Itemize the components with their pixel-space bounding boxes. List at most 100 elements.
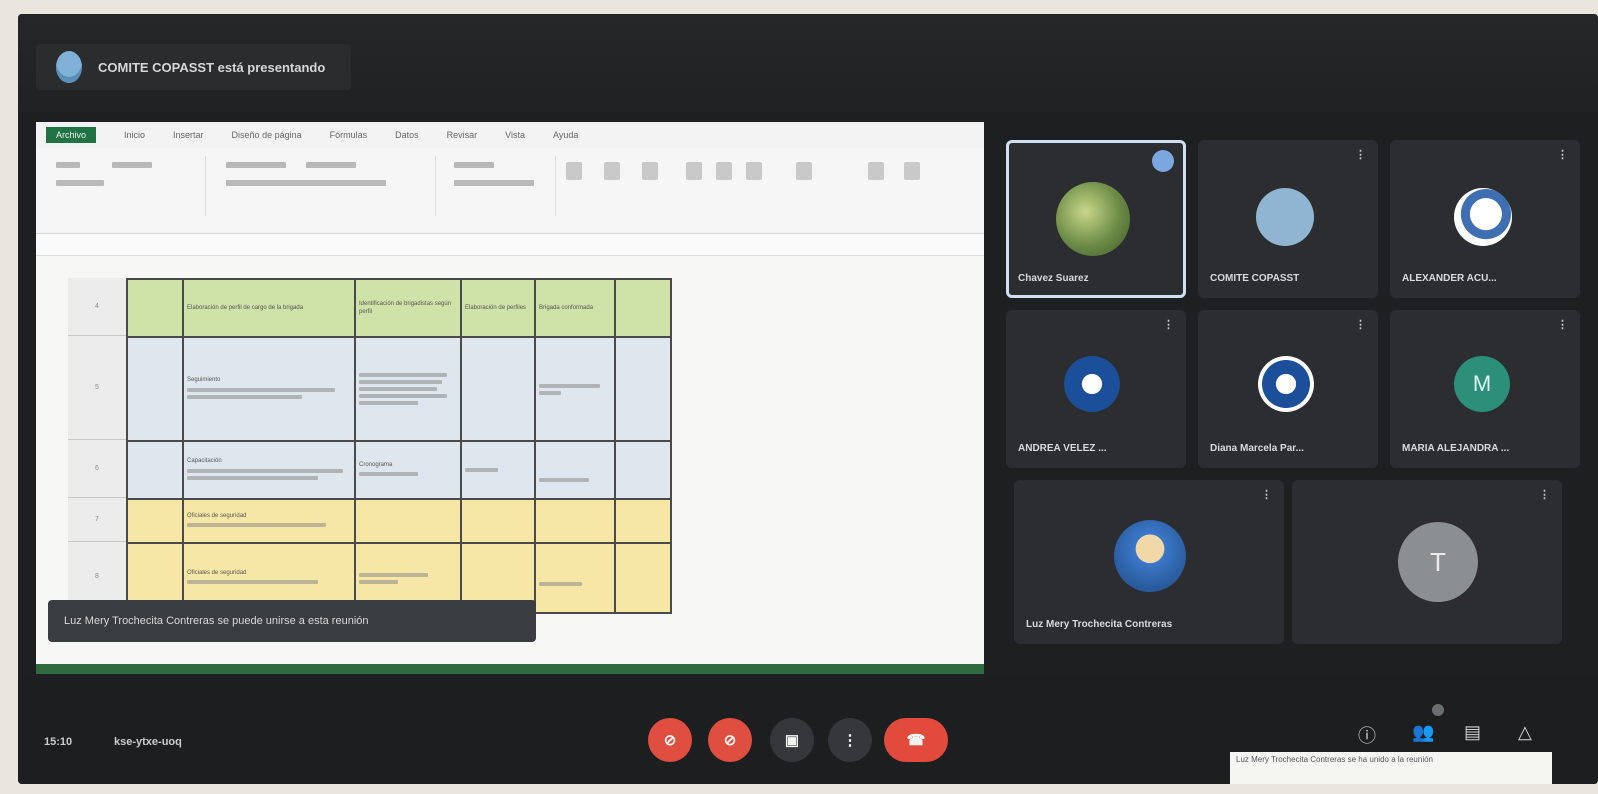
participant-tile[interactable]: ⋮ Luz Mery Trochecita Contreras — [1014, 480, 1284, 644]
table-cell[interactable] — [354, 498, 462, 544]
info-icon[interactable]: ⓘ — [1358, 722, 1376, 748]
cell-text: Oficiales de seguridad — [187, 512, 247, 519]
table-row: Seguimiento — [126, 336, 672, 442]
excel-tab[interactable]: Datos — [395, 130, 419, 140]
sheet-status-bar — [36, 664, 984, 674]
participant-name: MARIA ALEJANDRA ... — [1402, 443, 1510, 454]
format-table-icon[interactable] — [604, 162, 620, 180]
table-cell[interactable] — [534, 498, 616, 544]
delete-icon[interactable] — [716, 162, 732, 180]
mic-off-icon: ⋮ — [1557, 319, 1568, 331]
format-icon[interactable] — [746, 162, 762, 180]
more-options-button[interactable]: ⋮ — [828, 718, 872, 762]
excel-tab[interactable]: Ayuda — [553, 130, 578, 140]
table-cell[interactable] — [534, 336, 616, 442]
find-select-icon[interactable] — [904, 162, 920, 180]
ribbon-group-number — [446, 156, 556, 216]
participant-tile[interactable]: ⋮ COMITE COPASST — [1198, 140, 1378, 298]
cell-text: Brigada conformada — [539, 304, 594, 311]
participant-name: ALEXANDER ACU... — [1402, 273, 1497, 284]
participant-name: COMITE COPASST — [1210, 273, 1300, 284]
table-cell[interactable] — [354, 336, 462, 442]
table-cell[interactable] — [460, 440, 536, 500]
mic-off-icon: ⋮ — [1163, 319, 1174, 331]
join-notification[interactable]: Luz Mery Trochecita Contreras se puede u… — [48, 600, 536, 642]
excel-tab[interactable]: Inicio — [124, 130, 145, 140]
participant-tile[interactable]: ⋮ T — [1292, 480, 1562, 644]
leave-call-button[interactable]: ☎ — [884, 718, 948, 762]
table-cell[interactable]: Oficiales de seguridad — [182, 498, 356, 544]
people-icon[interactable]: 👥 — [1412, 722, 1434, 743]
excel-tab[interactable]: Insertar — [173, 130, 204, 140]
participant-name: Diana Marcela Par... — [1210, 443, 1304, 454]
participant-tile[interactable]: ⋮ ANDREA VELEZ ... — [1006, 310, 1186, 468]
camera-toggle-button[interactable]: ⊘ — [708, 718, 752, 762]
sort-filter-icon[interactable] — [868, 162, 884, 180]
table-cell[interactable] — [614, 498, 672, 544]
participant-tile[interactable]: ⋮ M MARIA ALEJANDRA ... — [1390, 310, 1580, 468]
participant-tile[interactable]: ⋮ Diana Marcela Par... — [1198, 310, 1378, 468]
table-cell[interactable]: Capacitación — [182, 440, 356, 500]
mic-off-icon: ⋮ — [1355, 149, 1366, 161]
participant-tile[interactable]: ⋮ ALEXANDER ACU... — [1390, 140, 1580, 298]
formula-bar[interactable] — [36, 234, 984, 256]
table-cell[interactable]: Identificación de brigadistas según perf… — [354, 278, 462, 338]
bottom-toolbar: 15:10 kse-ytxe-uoq ⊘ ⊘ ▣ ⋮ ☎ ⓘ 👥 ▤ △ Luz… — [18, 678, 1598, 784]
table-cell[interactable]: Seguimiento — [182, 336, 356, 442]
insert-icon[interactable] — [686, 162, 702, 180]
cell-text: Identificación de brigadistas según perf… — [359, 300, 452, 315]
meeting-code[interactable]: kse-ytxe-uoq — [114, 736, 182, 748]
cell-text: Oficiales de seguridad — [187, 569, 247, 576]
table-cell[interactable] — [614, 440, 672, 500]
table-cell[interactable] — [126, 336, 184, 442]
mic-toggle-button[interactable]: ⊘ — [648, 718, 692, 762]
cell-text: Elaboración de perfil de cargo de la bri… — [187, 304, 304, 311]
table-cell[interactable] — [534, 542, 616, 614]
table-cell[interactable] — [126, 278, 184, 338]
row-header[interactable]: 4 — [68, 278, 126, 336]
table-cell[interactable]: Brigada conformada — [534, 278, 616, 338]
participant-tile[interactable]: Chavez Suarez — [1006, 140, 1186, 298]
avatar: M — [1454, 356, 1510, 412]
table-cell[interactable] — [614, 336, 672, 442]
table-cell[interactable]: Elaboración de perfiles — [460, 278, 536, 338]
activities-icon[interactable]: △ — [1518, 722, 1532, 743]
table-cell[interactable] — [534, 440, 616, 500]
conditional-format-icon[interactable] — [566, 162, 582, 180]
camera-off-icon: ⊘ — [723, 732, 737, 749]
row-header[interactable]: 5 — [68, 336, 126, 440]
table-cell[interactable] — [614, 278, 672, 338]
mic-off-icon: ⋮ — [1557, 149, 1568, 161]
sum-icon[interactable] — [796, 162, 812, 180]
table-cell[interactable] — [460, 336, 536, 442]
presenter-label: COMITE COPASST está presentando — [98, 59, 326, 75]
row-header[interactable]: 6 — [68, 440, 126, 498]
presenter-avatar-icon — [56, 51, 82, 83]
present-screen-button[interactable]: ▣ — [770, 718, 814, 762]
table-cell[interactable] — [460, 498, 536, 544]
avatar — [1454, 188, 1512, 246]
row-header[interactable]: 7 — [68, 498, 126, 542]
excel-tab[interactable]: Vista — [505, 130, 525, 140]
more-icon: ⋮ — [842, 732, 858, 749]
table-cell[interactable] — [126, 498, 184, 544]
shared-screen: Archivo Inicio Insertar Diseño de página… — [36, 122, 984, 670]
mic-off-icon: ⊘ — [663, 732, 677, 749]
table-cell[interactable]: Cronograma — [354, 440, 462, 500]
chat-icon[interactable]: ▤ — [1464, 722, 1481, 743]
avatar — [1258, 356, 1314, 412]
cell-styles-icon[interactable] — [642, 162, 658, 180]
table-cell[interactable]: Elaboración de perfil de cargo de la bri… — [182, 278, 356, 338]
presenter-badge[interactable]: COMITE COPASST está presentando — [36, 44, 352, 90]
table-row: Elaboración de perfil de cargo de la bri… — [126, 278, 672, 338]
meeting-time: 15:10 — [44, 736, 73, 748]
table-cell[interactable] — [614, 542, 672, 614]
excel-tab[interactable]: Fórmulas — [330, 130, 368, 140]
table-cell[interactable] — [126, 440, 184, 500]
mic-off-icon: ⋮ — [1355, 319, 1366, 331]
excel-tab[interactable]: Diseño de página — [232, 130, 302, 140]
tooltip-text: Luz Mery Trochecita Contreras se ha unid… — [1236, 755, 1433, 764]
ribbon-group-clipboard — [46, 156, 206, 216]
excel-file-tab[interactable]: Archivo — [46, 127, 97, 143]
excel-tab[interactable]: Revisar — [447, 130, 478, 140]
